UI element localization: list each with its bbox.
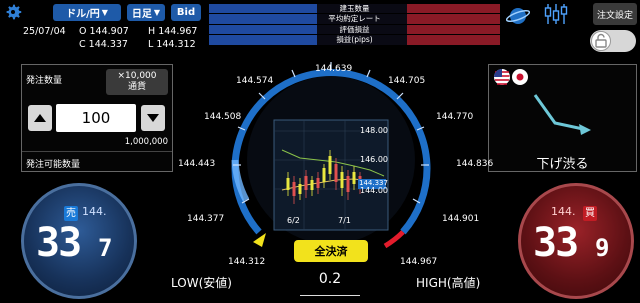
sell-price-main: 33 <box>36 220 82 266</box>
spread-underline <box>300 295 360 296</box>
gauge-label: 144.967 <box>400 257 438 267</box>
gauge-label: 144.574 <box>236 76 274 86</box>
high-label: HIGH(高値) <box>416 276 481 290</box>
sell-price-pip: 7 <box>98 234 113 262</box>
chart-price-label: 148.00 <box>360 126 388 135</box>
sell-price-prefix: 144. <box>82 205 107 218</box>
chart-date-label: 7/1 <box>338 216 351 225</box>
gauge-label: 144.901 <box>442 214 480 224</box>
gauge-label: 144.705 <box>388 76 426 86</box>
gauge-label-top: 144.639 <box>315 64 353 74</box>
settle-all-button[interactable]: 全決済 <box>294 240 368 262</box>
buy-label: 買 <box>583 206 597 221</box>
buy-price-prefix: 144. <box>551 205 576 218</box>
current-price-tag: 144.337 <box>359 179 388 187</box>
chart-price-label: 146.00 <box>360 155 388 164</box>
gauge-label: 144.836 <box>456 159 494 169</box>
spread-value: 0.2 <box>318 271 342 287</box>
chart-price-label: 144.00 <box>360 186 388 195</box>
buy-price-main: 33 <box>533 220 579 266</box>
gauge-label: 144.312 <box>228 257 266 267</box>
gauge-label: 144.508 <box>204 112 242 122</box>
gauge-label: 144.770 <box>436 112 474 122</box>
buy-price-pip: 9 <box>595 234 610 262</box>
gauge-label: 144.443 <box>178 159 216 169</box>
sell-button[interactable]: 売 144. 33 7 <box>21 183 137 299</box>
gauge-label: 144.377 <box>187 214 225 224</box>
sell-label: 売 <box>64 206 78 221</box>
chart-date-label: 6/2 <box>287 216 300 225</box>
buy-button[interactable]: 144. 買 33 9 <box>518 183 634 299</box>
low-label: LOW(安値) <box>171 276 232 290</box>
